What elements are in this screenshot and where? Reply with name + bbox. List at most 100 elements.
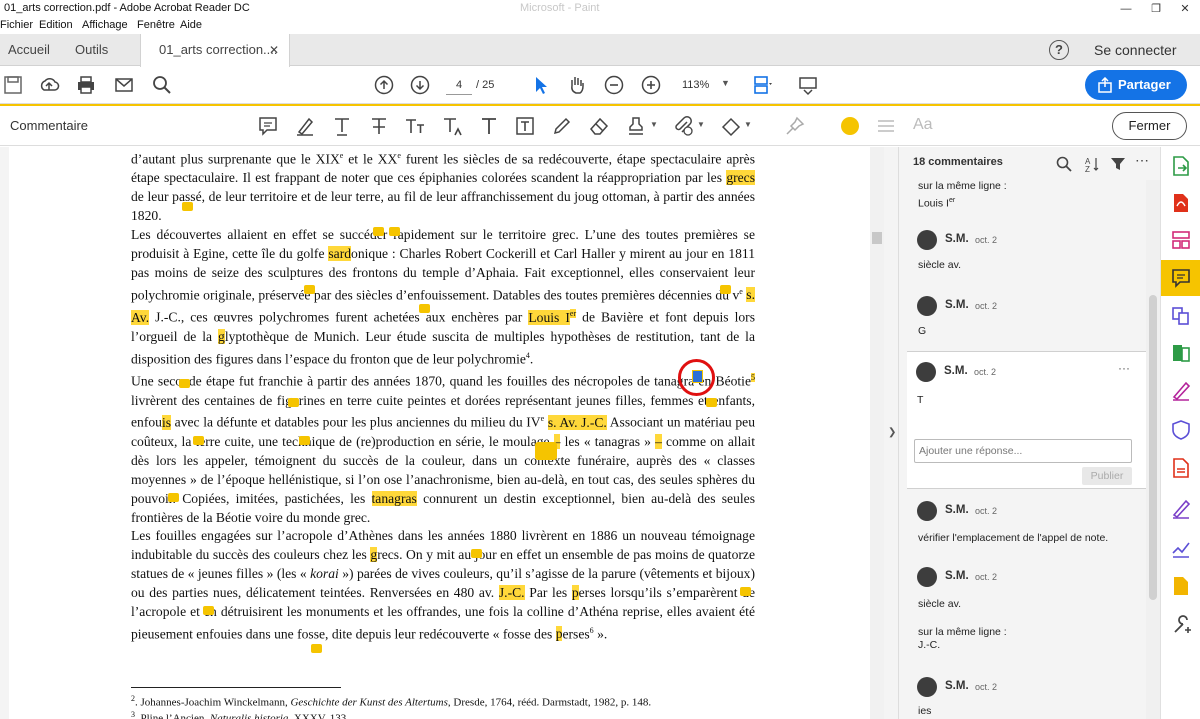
text-box-icon[interactable]	[514, 115, 536, 137]
select-cursor-icon[interactable]	[530, 74, 552, 96]
font-size-button[interactable]: Aa	[913, 116, 933, 134]
comment-marker[interactable]	[706, 398, 717, 407]
highlighted-text[interactable]: tanagras	[371, 490, 417, 506]
more-options-icon[interactable]: ⋯	[1135, 152, 1153, 170]
comment-item[interactable]: S.M. oct. 2 ies	[907, 677, 1152, 719]
collapse-arrow-icon[interactable]: ❯	[888, 427, 896, 438]
maximize-button[interactable]: ❐	[1141, 0, 1171, 18]
highlighted-text[interactable]: p	[571, 585, 579, 601]
previous-page-icon[interactable]	[373, 74, 395, 96]
highlighted-text[interactable]: 5	[751, 373, 755, 383]
highlighted-text[interactable]: g	[218, 328, 225, 344]
menu-aide[interactable]: Aide	[180, 19, 202, 31]
create-pdf-icon[interactable]	[1170, 192, 1192, 214]
save-icon[interactable]	[2, 74, 24, 96]
highlighted-text[interactable]: s. Av. J.-C.	[547, 414, 607, 430]
comment-item[interactable]: S.M. oct. 2 G	[907, 296, 1152, 346]
attach-dropdown-icon[interactable]: ▼	[697, 120, 705, 129]
fill-sign-icon[interactable]	[1170, 379, 1192, 401]
signature-icon[interactable]	[1170, 497, 1192, 519]
organize-pages-icon[interactable]	[1170, 229, 1192, 251]
highlighted-text[interactable]: grecs	[726, 170, 755, 186]
close-window-button[interactable]: ✕	[1170, 0, 1200, 18]
stamp-dropdown-icon[interactable]: ▼	[650, 120, 658, 129]
comment-marker[interactable]	[389, 227, 400, 236]
sticky-note-icon[interactable]	[257, 115, 279, 137]
insert-text-icon[interactable]	[441, 115, 463, 137]
comment-marker[interactable]	[288, 398, 299, 407]
tab-accueil[interactable]: Accueil	[8, 34, 50, 66]
strikethrough-text-icon[interactable]	[368, 115, 390, 137]
measure-icon[interactable]	[1170, 537, 1192, 559]
comments-scrollbar[interactable]	[1146, 180, 1160, 719]
comment-marker[interactable]	[168, 493, 179, 502]
document-scroll-thumb[interactable]	[872, 232, 882, 244]
panel-collapse-handle[interactable]: ❯	[884, 147, 898, 719]
shapes-icon[interactable]	[720, 115, 742, 137]
send-for-review-icon[interactable]	[1170, 575, 1192, 597]
comments-scroll-thumb[interactable]	[1149, 295, 1157, 600]
replace-text-icon[interactable]	[404, 115, 426, 137]
highlight-pen-icon[interactable]	[294, 115, 316, 137]
highlighted-text[interactable]: J.-C.	[498, 585, 525, 601]
search-comments-icon[interactable]	[1055, 155, 1073, 173]
underline-text-icon[interactable]	[331, 115, 353, 137]
zoom-dropdown-icon[interactable]: ▼	[721, 78, 730, 88]
filter-comments-icon[interactable]	[1109, 155, 1127, 173]
comment-item[interactable]: S.M. oct. 2 siècle av.	[907, 230, 1152, 280]
comment-tool-icon[interactable]	[1170, 267, 1192, 289]
close-tab-icon[interactable]: ✕	[269, 34, 279, 66]
highlighted-text[interactable]: Louis I	[528, 309, 570, 325]
menu-affichage[interactable]: Affichage	[82, 19, 128, 31]
comment-marker[interactable]	[471, 549, 482, 558]
menu-fichier[interactable]: Fichier	[0, 19, 33, 31]
comment-marker[interactable]	[299, 436, 310, 445]
highlighted-text[interactable]: is	[161, 414, 172, 430]
comment-marker[interactable]	[419, 304, 430, 313]
stamp-icon[interactable]	[625, 115, 647, 137]
page-number-input[interactable]: 4	[446, 75, 472, 95]
comment-bubble-icon[interactable]	[535, 442, 557, 460]
read-mode-icon[interactable]	[797, 74, 819, 96]
attach-file-icon[interactable]	[672, 115, 694, 137]
comment-marker[interactable]	[311, 644, 322, 653]
comment-item[interactable]: S.M. oct. 2 vérifier l'emplacement de l'…	[907, 501, 1152, 557]
document-scrollbar[interactable]	[870, 147, 884, 719]
comment-item[interactable]: sur la même ligne : Louis Ier	[907, 180, 1152, 220]
minimize-button[interactable]: —	[1111, 0, 1141, 18]
close-comment-button[interactable]: Fermer	[1112, 112, 1187, 140]
zoom-out-icon[interactable]	[603, 74, 625, 96]
page-display-icon[interactable]	[752, 74, 774, 96]
zoom-in-icon[interactable]	[640, 74, 662, 96]
add-text-icon[interactable]	[478, 115, 500, 137]
menu-edition[interactable]: Edition	[39, 19, 73, 31]
search-icon[interactable]	[151, 74, 173, 96]
share-button[interactable]: Partager	[1085, 70, 1187, 100]
sort-comments-icon[interactable]: AZ	[1083, 155, 1101, 174]
zoom-level[interactable]: 113%	[682, 79, 709, 91]
next-page-icon[interactable]	[409, 74, 431, 96]
menu-fenetre[interactable]: Fenêtre	[137, 19, 175, 31]
comment-marker[interactable]	[740, 587, 751, 596]
reply-input[interactable]: Ajouter une réponse...	[914, 439, 1132, 463]
shapes-dropdown-icon[interactable]: ▼	[744, 120, 752, 129]
hand-tool-icon[interactable]	[566, 74, 588, 96]
upload-cloud-icon[interactable]	[38, 74, 60, 96]
comment-marker[interactable]	[193, 436, 204, 445]
comment-marker[interactable]	[304, 285, 315, 294]
export-pdf-icon[interactable]	[1170, 155, 1192, 177]
sign-in-button[interactable]: Se connecter	[1094, 42, 1177, 58]
comment-item-selected[interactable]: S.M. oct. 2 ··· T Ajouter une réponse...…	[907, 351, 1154, 489]
publish-button[interactable]: Publier	[1082, 467, 1132, 485]
highlighted-text[interactable]: sard	[328, 246, 352, 262]
tab-document[interactable]: 01_arts correction.... ✕	[140, 34, 290, 67]
tab-outils[interactable]: Outils	[75, 34, 108, 66]
comment-marker[interactable]	[182, 202, 193, 211]
comment-options-icon[interactable]: ···	[1118, 361, 1130, 375]
comment-marker[interactable]	[179, 379, 190, 388]
eraser-icon[interactable]	[588, 115, 610, 137]
redact-pdf-icon[interactable]	[1170, 457, 1192, 479]
comment-marker[interactable]	[373, 227, 384, 236]
protect-icon[interactable]	[1170, 419, 1192, 441]
comment-marker[interactable]	[720, 285, 731, 294]
